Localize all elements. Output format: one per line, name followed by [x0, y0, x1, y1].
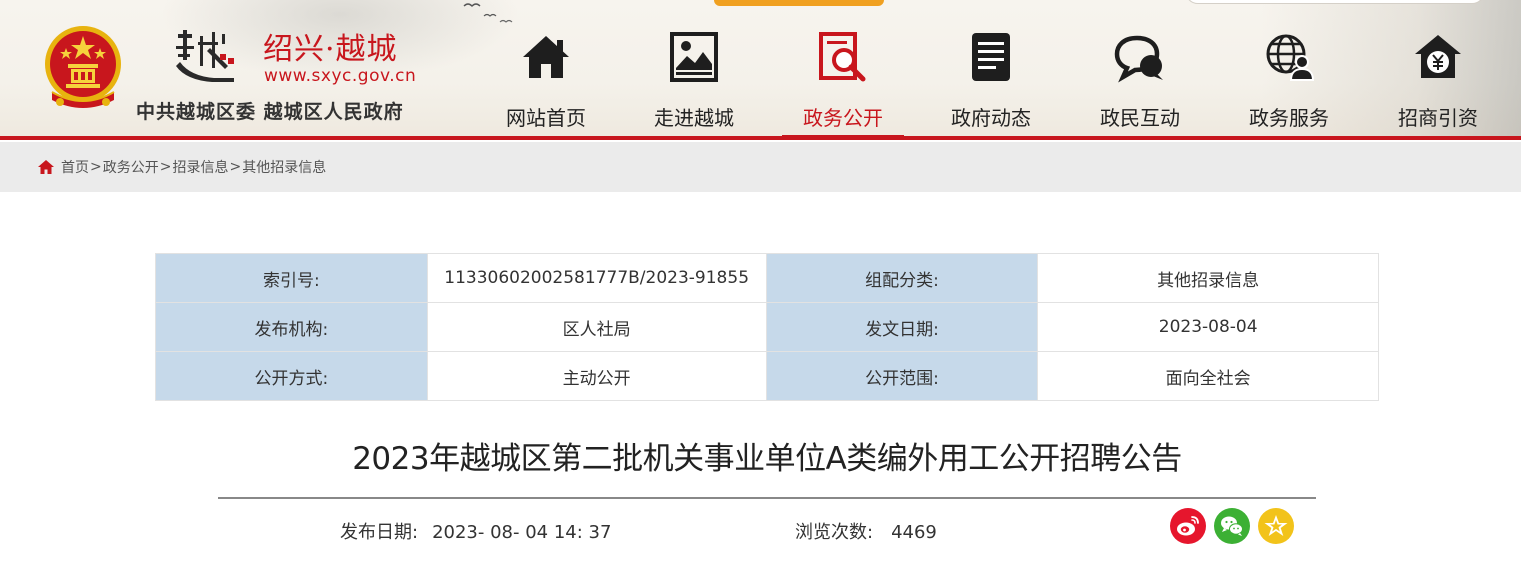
- nav-item-investment[interactable]: 招商引资: [1377, 30, 1499, 136]
- picture-frame-icon: [670, 32, 718, 82]
- view-count: 浏览次数: 4469: [795, 518, 937, 544]
- nav-item-gov-news[interactable]: 政府动态: [930, 30, 1052, 136]
- breadcrumb: 首页 > 政务公开 > 招录信息 > 其他招录信息: [0, 142, 1521, 192]
- meta-label-category: 组配分类:: [765, 253, 1039, 303]
- table-row: 索引号: 11330602002581777B/2023-91855 组配分类:…: [155, 253, 1379, 303]
- nav-label: 走进越城: [654, 106, 734, 130]
- breadcrumb-item-other-recruitment[interactable]: 其他招录信息: [242, 157, 326, 177]
- breadcrumb-separator: >: [90, 159, 102, 175]
- header-red-rule: [0, 136, 1521, 140]
- nav-item-about[interactable]: 走进越城: [633, 30, 755, 136]
- breadcrumb-item-home[interactable]: 首页: [61, 157, 89, 177]
- share-wechat-button[interactable]: [1214, 508, 1250, 544]
- house-yen-icon: [1415, 35, 1461, 78]
- publish-date-label: 发布日期:: [340, 522, 419, 543]
- globe-person-icon: [1266, 34, 1315, 81]
- breadcrumb-separator: >: [159, 159, 172, 175]
- site-url[interactable]: www.sxyc.gov.cn: [264, 66, 416, 86]
- meta-label-publisher: 发布机构:: [155, 302, 428, 352]
- nav-label: 政务服务: [1249, 106, 1329, 130]
- nav-item-home[interactable]: 网站首页: [485, 30, 607, 136]
- publish-date-value: 2023- 08- 04 14: 37: [432, 522, 612, 543]
- top-search-box[interactable]: [1185, 0, 1485, 4]
- favorite-star-icon: [1258, 508, 1294, 544]
- meta-value-category: 其他招录信息: [1037, 253, 1379, 303]
- view-count-value: 4469: [891, 522, 937, 543]
- publish-date: 发布日期: 2023- 08- 04 14: 37: [340, 518, 611, 544]
- nav-label: 政民互动: [1100, 106, 1180, 130]
- breadcrumb-item-gov-affairs[interactable]: 政务公开: [103, 157, 159, 177]
- nav-label: 招商引资: [1398, 106, 1478, 130]
- house-icon: [523, 36, 569, 78]
- meta-value-publisher: 区人社局: [426, 302, 767, 352]
- national-emblem-icon[interactable]: [40, 22, 126, 110]
- chat-bubbles-icon: [1114, 35, 1163, 83]
- site-name: 绍兴·越城: [263, 32, 398, 67]
- magnifier-document-icon: [819, 32, 866, 82]
- nav-item-interaction[interactable]: 政民互动: [1079, 30, 1201, 136]
- meta-value-disclosure-scope: 面向全社会: [1037, 351, 1379, 401]
- breadcrumb-separator: >: [229, 159, 242, 175]
- breadcrumb-item-recruitment[interactable]: 招录信息: [172, 157, 228, 177]
- document-list-icon: [972, 33, 1010, 81]
- meta-label-disclosure-scope: 公开范围:: [765, 351, 1039, 401]
- title-divider: [218, 497, 1316, 499]
- table-row: 发布机构: 区人社局 发文日期: 2023-08-04: [155, 302, 1379, 352]
- government-name: 中共越城区委 越城区人民政府: [136, 101, 404, 123]
- home-icon[interactable]: [37, 159, 55, 175]
- wechat-icon: [1214, 508, 1250, 544]
- share-favorite-button[interactable]: [1258, 508, 1294, 544]
- meta-value-disclosure-method: 主动公开: [426, 351, 767, 401]
- table-row: 公开方式: 主动公开 公开范围: 面向全社会: [155, 351, 1379, 401]
- article-title: 2023年越城区第二批机关事业单位A类编外用工公开招聘公告: [352, 441, 1182, 477]
- meta-value-index: 11330602002581777B/2023-91855: [426, 253, 767, 303]
- birds-decoration: [463, 3, 513, 23]
- nav-label: 政府动态: [951, 106, 1031, 130]
- meta-label-issue-date: 发文日期:: [765, 302, 1039, 352]
- share-weibo-button[interactable]: [1170, 508, 1206, 544]
- document-meta-table: 索引号: 11330602002581777B/2023-91855 组配分类:…: [155, 253, 1379, 401]
- site-header: 绍兴·越城 www.sxyc.gov.cn 中共越城区委 越城区人民政府 网站首…: [0, 0, 1521, 138]
- top-accent-tab[interactable]: [714, 0, 884, 6]
- nav-item-gov-affairs[interactable]: 政务公开: [782, 30, 904, 138]
- view-count-label: 浏览次数:: [795, 522, 874, 543]
- meta-value-issue-date: 2023-08-04: [1037, 302, 1379, 352]
- weibo-icon: [1170, 508, 1206, 544]
- nav-label: 网站首页: [506, 106, 586, 130]
- meta-label-disclosure-method: 公开方式:: [155, 351, 428, 401]
- meta-label-index: 索引号:: [155, 253, 428, 303]
- yue-calligraphy-logo: [176, 30, 234, 82]
- nav-item-services[interactable]: 政务服务: [1228, 30, 1350, 136]
- nav-label: 政务公开: [803, 106, 883, 130]
